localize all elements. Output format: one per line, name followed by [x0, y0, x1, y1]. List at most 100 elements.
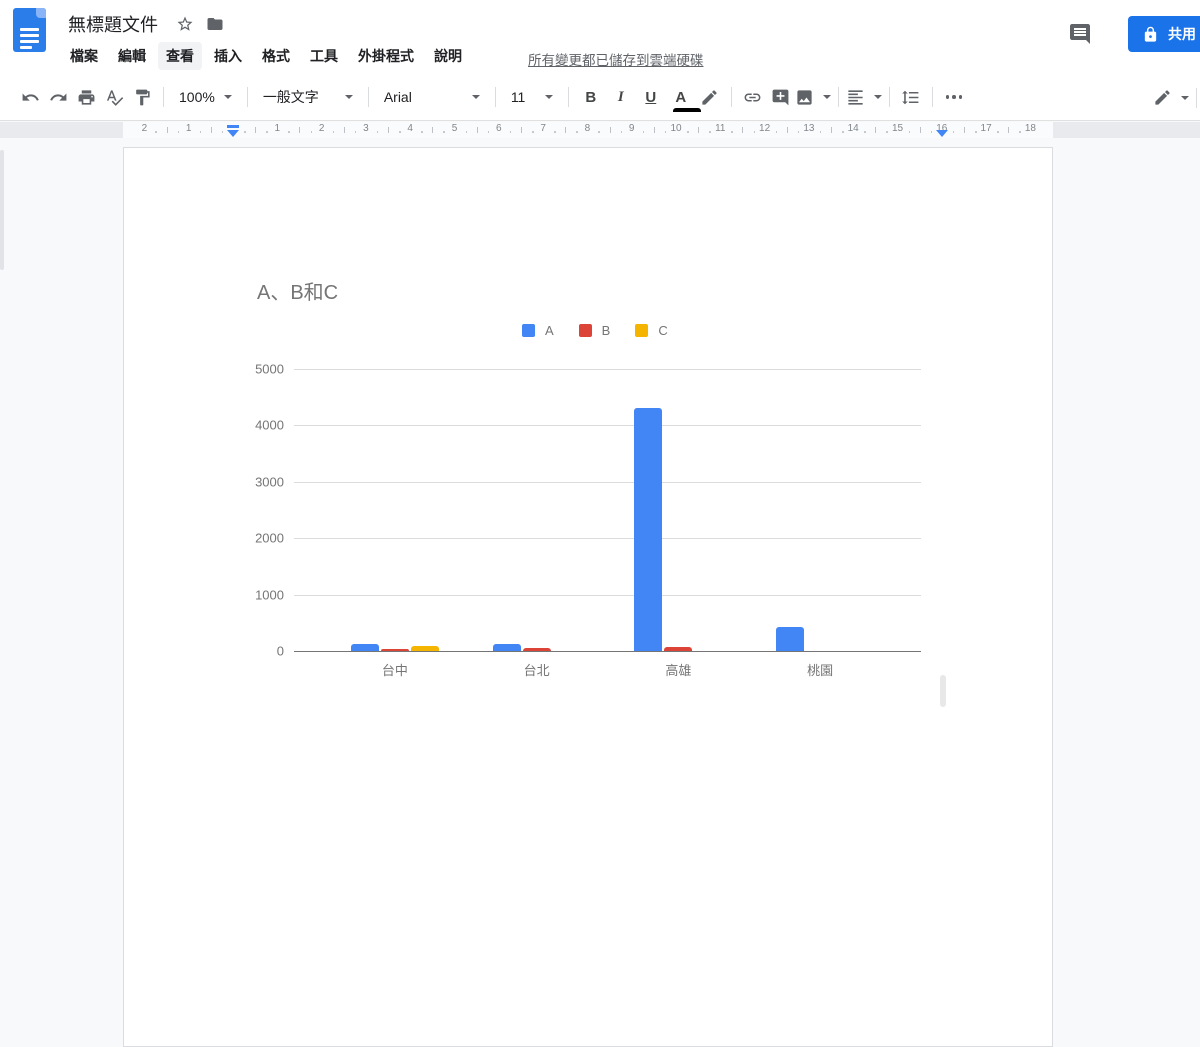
ruler-track: 21123456789101112131415161718 [0, 122, 1200, 138]
font-family-select[interactable]: Arial [376, 83, 488, 111]
legend-item-C: C [635, 323, 667, 338]
menu-bar: 檔案編輯查看插入格式工具外掛程式說明 [60, 42, 472, 70]
document-title[interactable]: 無標題文件 [68, 11, 158, 37]
y-axis-tick-label: 3000 [232, 474, 284, 489]
share-button[interactable]: 共用 [1128, 16, 1200, 52]
chart-title: A、B和C [257, 276, 338, 305]
first-line-indent-marker[interactable] [227, 125, 239, 128]
editing-mode-button[interactable] [1153, 84, 1189, 112]
ruler-tick [167, 127, 168, 133]
document-canvas[interactable]: A、B和C ABC 010002000300040005000台中台北高雄桃園 [0, 138, 1200, 832]
right-indent-marker[interactable] [936, 130, 948, 137]
insert-image-button[interactable] [795, 83, 831, 111]
legend-swatch [635, 324, 648, 337]
italic-button[interactable]: I [606, 83, 636, 111]
menu-item-外掛程式[interactable]: 外掛程式 [350, 42, 422, 70]
ruler-number: 1 [186, 123, 192, 134]
more-options-button[interactable] [940, 83, 968, 111]
menu-item-查看[interactable]: 查看 [158, 42, 202, 70]
ruler-number: 9 [629, 123, 635, 134]
ruler-tick [610, 127, 611, 133]
ruler-number: 8 [585, 123, 591, 134]
print-button[interactable] [72, 83, 100, 111]
bar-B-台中 [381, 649, 409, 651]
ruler-number: 6 [496, 123, 502, 134]
add-comment-button[interactable] [767, 83, 795, 111]
spelling-check-button[interactable] [100, 83, 128, 111]
chevron-down-icon [1181, 96, 1189, 100]
embedded-chart[interactable]: A、B和C ABC 010002000300040005000台中台北高雄桃園 [124, 148, 1054, 748]
legend-item-A: A [522, 323, 554, 338]
bar-A-桃園 [776, 627, 804, 651]
ruler-tick [875, 127, 876, 133]
bar-group-台北 [466, 369, 608, 651]
x-axis-category-label: 桃園 [807, 660, 833, 679]
undo-button[interactable] [16, 83, 44, 111]
ruler-number: 18 [1025, 123, 1036, 134]
legend-label: C [658, 323, 667, 338]
redo-button[interactable] [44, 83, 72, 111]
y-axis-tick-label: 1000 [232, 587, 284, 602]
chevron-down-icon [345, 95, 353, 99]
align-button[interactable] [846, 83, 882, 111]
bar-A-台中 [351, 644, 379, 651]
legend-item-B: B [579, 323, 611, 338]
star-icon[interactable] [176, 15, 194, 33]
ruler-number: 5 [452, 123, 458, 134]
bar-A-台北 [493, 644, 521, 651]
ruler-tick [477, 127, 478, 133]
chevron-down-icon [874, 95, 882, 99]
paint-format-button[interactable] [128, 83, 156, 111]
line-spacing-button[interactable] [897, 83, 925, 111]
ruler-tick [432, 127, 433, 133]
ruler-number: 13 [803, 123, 814, 134]
paragraph-style-select[interactable]: 一般文字 [255, 83, 361, 111]
ruler-number: 7 [540, 123, 546, 134]
page-scrollbar-thumb[interactable] [940, 675, 946, 707]
chart-legend: A B C [522, 323, 693, 338]
google-docs-logo-icon[interactable] [13, 8, 46, 52]
ruler-number: 17 [981, 123, 992, 134]
open-comments-icon[interactable] [1068, 22, 1092, 46]
ruler-tick [344, 127, 345, 133]
ruler-tick [964, 127, 965, 133]
menu-item-說明[interactable]: 說明 [426, 42, 470, 70]
y-axis-tick-label: 5000 [232, 362, 284, 377]
ruler-tick [255, 127, 256, 133]
x-axis-category-label: 台北 [524, 660, 550, 679]
text-color-button[interactable]: A [666, 83, 696, 111]
menu-item-插入[interactable]: 插入 [206, 42, 250, 70]
ruler-tick [388, 127, 389, 133]
ruler-number: 14 [848, 123, 859, 134]
move-to-folder-icon[interactable] [206, 15, 224, 33]
bar-group-桃園 [749, 369, 891, 651]
ruler-number: 2 [142, 123, 148, 134]
ruler-number: 10 [670, 123, 681, 134]
menu-item-編輯[interactable]: 編輯 [110, 42, 154, 70]
insert-link-button[interactable] [739, 83, 767, 111]
ruler-number: 15 [892, 123, 903, 134]
bar-B-台北 [523, 648, 551, 651]
scrollbar-remnant [0, 150, 4, 270]
y-axis-tick-label: 4000 [232, 418, 284, 433]
menu-item-工具[interactable]: 工具 [302, 42, 346, 70]
ruler-number: 12 [759, 123, 770, 134]
ruler-tick [920, 127, 921, 133]
bold-button[interactable]: B [576, 83, 606, 111]
y-axis-tick-label: 2000 [232, 531, 284, 546]
underline-button[interactable]: U [636, 83, 666, 111]
bar-group-台中 [324, 369, 466, 651]
legend-swatch [522, 324, 535, 337]
document-page[interactable]: A、B和C ABC 010002000300040005000台中台北高雄桃園 [123, 147, 1053, 1047]
ruler-number: 4 [407, 123, 413, 134]
chevron-down-icon [823, 95, 831, 99]
ruler-tick [787, 127, 788, 133]
save-status[interactable]: 所有變更都已儲存到雲端硬碟 [528, 49, 704, 69]
font-size-select[interactable]: 11 [503, 83, 561, 111]
lock-icon [1142, 26, 1159, 43]
menu-item-格式[interactable]: 格式 [254, 42, 298, 70]
menu-item-檔案[interactable]: 檔案 [62, 42, 106, 70]
left-indent-marker[interactable] [227, 130, 239, 137]
highlight-color-button[interactable] [696, 83, 724, 111]
zoom-select[interactable]: 100% [171, 83, 240, 111]
